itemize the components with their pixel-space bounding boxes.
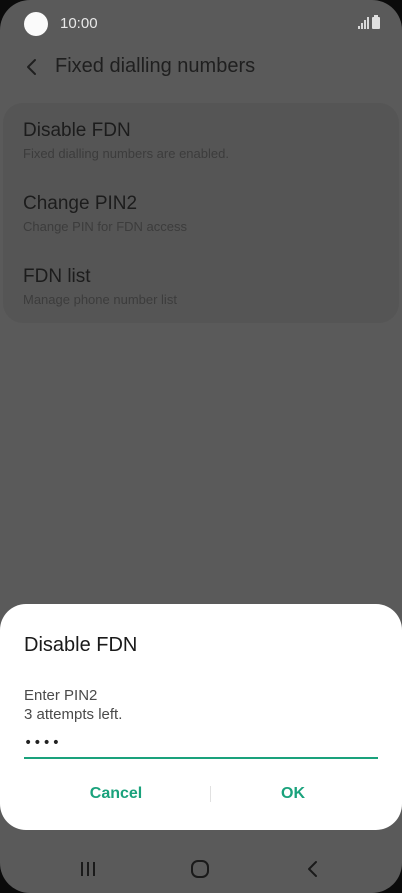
back-button[interactable] (293, 854, 333, 884)
settings-item-subtitle: Fixed dialling numbers are enabled. (23, 146, 229, 161)
signal-icon (358, 17, 369, 29)
settings-item-fdn-list[interactable]: FDN list Manage phone number list (23, 266, 383, 307)
phone-screen: 10:00 Fixed dialling numbers Disable FDN… (0, 0, 402, 893)
settings-item-title: Change PIN2 (23, 193, 138, 214)
dialog-message: Enter PIN2 3 attempts left. (24, 686, 122, 724)
dialog-title: Disable FDN (24, 634, 138, 656)
settings-card: Disable FDN Fixed dialling numbers are e… (3, 103, 399, 323)
settings-item-subtitle: Change PIN for FDN access (23, 219, 188, 234)
dialog-message-prompt: Enter PIN2 (24, 687, 98, 704)
chevron-left-icon[interactable] (22, 56, 42, 78)
page-title: Fixed dialling numbers (55, 55, 256, 77)
cancel-button[interactable]: Cancel (26, 774, 206, 814)
settings-item-change-pin2[interactable]: Change PIN2 Change PIN for FDN access (23, 193, 383, 234)
navigation-bar (0, 848, 402, 893)
battery-icon (372, 15, 380, 29)
settings-item-subtitle: Manage phone number list (23, 292, 177, 307)
status-bar: 10:00 (0, 0, 402, 48)
settings-item-title: FDN list (23, 266, 91, 287)
ok-button[interactable]: OK (203, 774, 383, 814)
back-icon (308, 861, 317, 877)
pin2-input[interactable] (24, 729, 378, 759)
pin-dialog: Disable FDN Enter PIN2 3 attempts left. … (0, 604, 402, 830)
status-time: 10:00 (60, 15, 98, 32)
settings-item-title: Disable FDN (23, 120, 131, 141)
front-camera (24, 12, 48, 36)
dialog-message-attempts: 3 attempts left. (24, 706, 123, 723)
home-icon (191, 860, 209, 878)
settings-item-disable-fdn[interactable]: Disable FDN Fixed dialling numbers are e… (23, 120, 383, 161)
recents-button[interactable] (68, 854, 108, 884)
app-bar: Fixed dialling numbers (0, 44, 402, 90)
recents-icon (81, 862, 95, 876)
home-button[interactable] (180, 854, 220, 884)
